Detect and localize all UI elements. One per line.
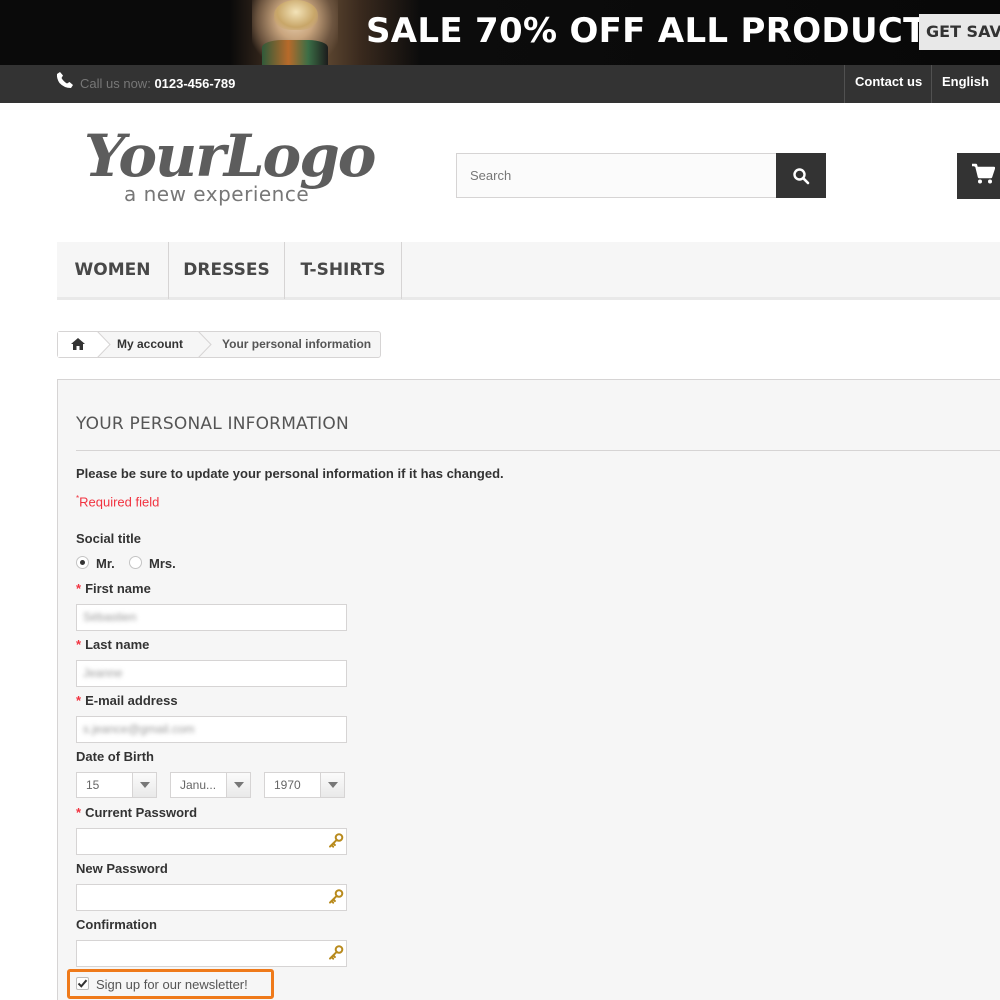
breadcrumb: My account Your personal information [57,331,381,358]
current-password-label: * Current Password [76,805,198,820]
breadcrumb-home[interactable] [58,332,98,357]
dob-day-select[interactable]: 15 [76,772,157,798]
page-title: YOUR PERSONAL INFORMATION [76,414,349,434]
search-input[interactable] [456,153,777,198]
required-field-note: *Required field [76,494,159,509]
confirmation-label: Confirmation [76,917,157,932]
menu-item-dresses[interactable]: DRESSES [169,242,285,299]
cart-icon [972,163,995,184]
newsletter-label[interactable]: Sign up for our newsletter! [96,977,248,992]
phone-number: 0123-456-789 [154,76,236,91]
site-logo[interactable]: YourLogo a new experience [84,122,376,208]
banner-cta-button[interactable]: GET SAVIN [919,14,1000,50]
banner-headline: SALE 70% OFF ALL PRODUCTS [366,11,952,51]
email-value: s.jeance@gmail.com [83,722,195,736]
dob-month-select[interactable]: Janu... [170,772,251,798]
intro-text: Please be sure to update your personal i… [76,466,504,481]
required-star: * [76,637,82,652]
first-name-field[interactable]: Sébastien [76,604,347,631]
radio-mrs-label[interactable]: Mrs. [149,556,176,571]
search-button[interactable] [776,153,826,198]
breadcrumb-current-page: Your personal information [222,337,372,351]
newsletter-checkbox[interactable] [76,977,89,990]
required-star: * [76,805,82,820]
radio-mr[interactable] [76,556,89,569]
key-icon [329,833,344,848]
first-name-value: Sébastien [83,610,137,624]
breadcrumb-separator [198,331,212,358]
current-password-field[interactable] [76,828,347,855]
key-icon [329,889,344,904]
home-icon [71,338,85,350]
social-title-label: Social title [76,531,142,546]
heading-divider [76,450,1000,451]
phone-icon [56,72,73,88]
radio-mr-label[interactable]: Mr. [96,556,115,571]
chevron-down-icon [226,773,250,797]
dob-year-select[interactable]: 1970 [264,772,345,798]
call-us-text: Call us now: 0123-456-789 [80,76,235,91]
breadcrumb-separator [97,331,111,358]
menu-item-women[interactable]: WOMEN [57,242,169,299]
date-of-birth-label: Date of Birth [76,749,154,764]
last-name-value: Jeanne [83,666,123,680]
search-icon [793,167,810,184]
required-star: * [76,693,82,708]
contact-us-link[interactable]: Contact us [844,65,931,103]
last-name-field[interactable]: Jeanne [76,660,347,687]
radio-mrs[interactable] [129,556,142,569]
email-label: * E-mail address [76,693,178,708]
banner-model-image [252,0,338,65]
required-field-text: Required field [79,494,160,510]
required-star: * [76,581,82,596]
checkmark-icon [77,979,88,988]
email-field[interactable]: s.jeance@gmail.com [76,716,347,743]
chevron-down-icon [320,773,344,797]
promo-banner[interactable]: SALE 70% OFF ALL PRODUCTS GET SAVIN [0,0,1000,65]
new-password-field[interactable] [76,884,347,911]
confirmation-field[interactable] [76,940,347,967]
cart-button[interactable] [957,153,1000,199]
logo-wordmark: YourLogo [84,122,376,190]
last-name-label: * Last name [76,637,150,652]
language-selector[interactable]: English [931,65,1000,103]
breadcrumb-my-account[interactable]: My account [117,332,183,357]
first-name-label: * First name [76,581,151,596]
menu-item-tshirts[interactable]: T-SHIRTS [285,242,402,299]
key-icon [329,945,344,960]
new-password-label: New Password [76,861,168,876]
call-us-label: Call us now: [80,76,151,91]
main-menu: WOMEN DRESSES T-SHIRTS [57,242,1000,300]
logo-tagline: a new experience [124,182,310,206]
chevron-down-icon [132,773,156,797]
